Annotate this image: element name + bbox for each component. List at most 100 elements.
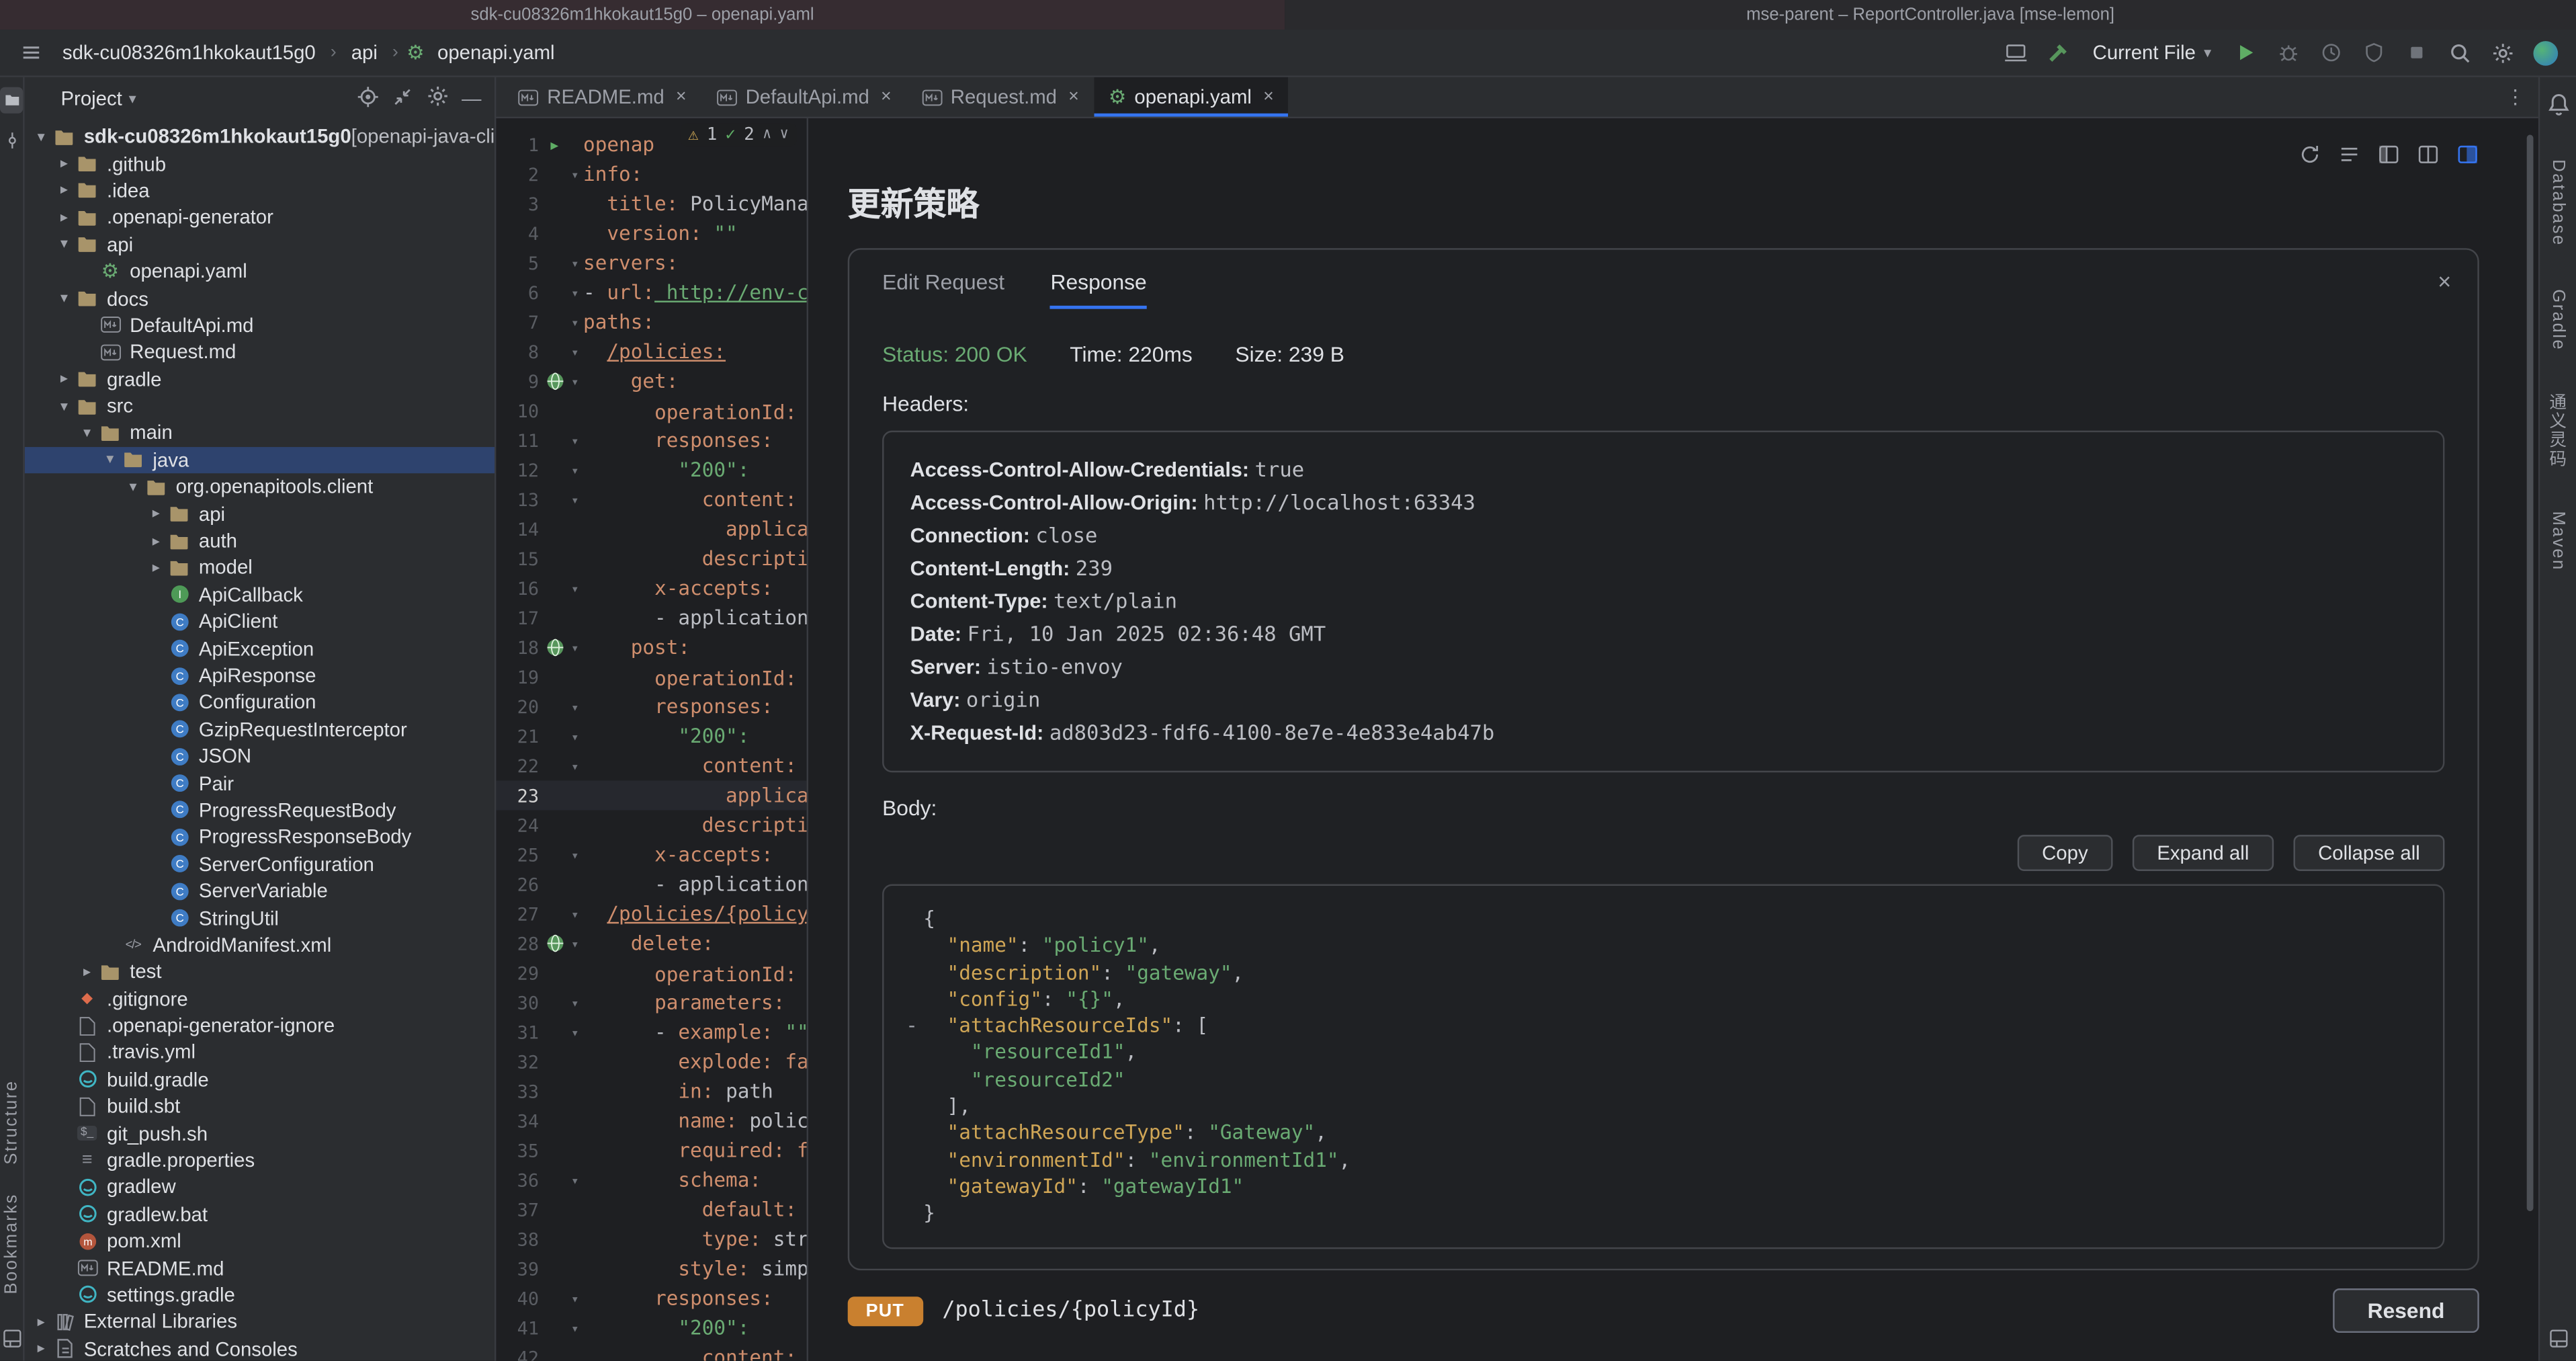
code-line-8[interactable]: 8▾ /policies: bbox=[496, 337, 806, 366]
breadcrumb-folder[interactable]: api bbox=[345, 38, 384, 67]
tree-item-api[interactable]: ▸api bbox=[25, 500, 495, 527]
code-line-3[interactable]: 3 title: PolicyManag bbox=[496, 189, 806, 218]
tree-item-docs[interactable]: ▾docs bbox=[25, 285, 495, 312]
fold-marker-icon[interactable]: ▾ bbox=[567, 995, 583, 1010]
build-hammer-icon[interactable] bbox=[2040, 34, 2076, 71]
tree-item-README.md[interactable]: README.md bbox=[25, 1255, 495, 1282]
run-gutter-icon[interactable]: ▶ bbox=[542, 137, 567, 152]
notifications-bell-icon[interactable] bbox=[2546, 90, 2569, 116]
main-menu-icon[interactable] bbox=[13, 34, 50, 71]
code-line-6[interactable]: 6▾- url: http://env-ct bbox=[496, 278, 806, 307]
editor-only-view-icon[interactable] bbox=[2377, 143, 2400, 166]
hide-panel-icon[interactable]: — bbox=[462, 87, 481, 110]
code-line-10[interactable]: 10 operationId: 获 bbox=[496, 396, 806, 425]
code-line-11[interactable]: 11▾ responses: bbox=[496, 425, 806, 455]
tree-item-auth[interactable]: ▸auth bbox=[25, 528, 495, 554]
tool-window-layout-icon[interactable] bbox=[2546, 1325, 2569, 1351]
open-in-http-client-icon[interactable] bbox=[542, 638, 567, 657]
editor-tab-README.md[interactable]: README.md× bbox=[503, 77, 701, 117]
code-line-22[interactable]: 22▾ content: bbox=[496, 751, 806, 780]
fold-marker-icon[interactable]: ▾ bbox=[567, 167, 583, 181]
tree-chevron-right-icon[interactable]: ▸ bbox=[146, 532, 166, 550]
tree-item-JSON[interactable]: CJSON bbox=[25, 743, 495, 770]
split-view-icon[interactable] bbox=[2417, 143, 2440, 166]
code-line-37[interactable]: 37 default: " bbox=[496, 1195, 806, 1225]
prev-problem-icon[interactable]: ∧ bbox=[763, 126, 771, 142]
tree-item-gradlew[interactable]: gradlew bbox=[25, 1173, 495, 1200]
fold-marker-icon[interactable]: ▾ bbox=[567, 1321, 583, 1335]
code-line-38[interactable]: 38 type: stri bbox=[496, 1225, 806, 1254]
tree-item-.github[interactable]: ▸.github bbox=[25, 150, 495, 177]
editor-tab-DefaultApi.md[interactable]: DefaultApi.md× bbox=[701, 77, 906, 117]
profiler-button[interactable] bbox=[2313, 34, 2350, 71]
preview-only-view-icon[interactable] bbox=[2456, 143, 2479, 166]
code-line-14[interactable]: 14 applicat bbox=[496, 514, 806, 544]
code-line-31[interactable]: 31▾ - example: "" bbox=[496, 1018, 806, 1047]
coverage-button[interactable] bbox=[2356, 34, 2392, 71]
close-icon[interactable]: × bbox=[2438, 270, 2451, 292]
tree-item-model[interactable]: ▸model bbox=[25, 554, 495, 581]
maven-tool-window-button[interactable]: Maven bbox=[2548, 512, 2568, 572]
breadcrumb-file[interactable]: openapi.yaml bbox=[431, 38, 561, 67]
tree-item-.travis.yml[interactable]: .travis.yml bbox=[25, 1039, 495, 1066]
tree-item-git-push.sh[interactable]: $_git_push.sh bbox=[25, 1120, 495, 1147]
next-problem-icon[interactable]: ∨ bbox=[779, 126, 788, 142]
project-panel-title[interactable]: Project bbox=[60, 87, 122, 110]
tree-item-ApiClient[interactable]: CApiClient bbox=[25, 608, 495, 635]
tree-item-Configuration[interactable]: CConfiguration bbox=[25, 689, 495, 716]
tree-chevron-down-icon[interactable]: ▾ bbox=[54, 397, 74, 415]
code-line-19[interactable]: 19 operationId: 创 bbox=[496, 662, 806, 692]
user-avatar[interactable] bbox=[2527, 34, 2563, 71]
code-line-24[interactable]: 24 descriptio bbox=[496, 810, 806, 839]
code-line-18[interactable]: 18▾ post: bbox=[496, 632, 806, 662]
commit-tool-window-button[interactable] bbox=[0, 126, 23, 153]
open-in-http-client-icon[interactable] bbox=[542, 372, 567, 391]
code-line-2[interactable]: 2▾info: bbox=[496, 159, 806, 189]
code-line-34[interactable]: 34 name: policy bbox=[496, 1106, 806, 1136]
tree-chevron-right-icon[interactable]: ▸ bbox=[77, 962, 97, 981]
tree-item-settings.gradle[interactable]: settings.gradle bbox=[25, 1282, 495, 1309]
close-tab-icon[interactable]: × bbox=[1068, 87, 1079, 107]
code-line-13[interactable]: 13▾ content: bbox=[496, 485, 806, 514]
code-line-23[interactable]: 23 applicat bbox=[496, 780, 806, 810]
tree-item-Pair[interactable]: CPair bbox=[25, 770, 495, 796]
tree-item-gradlew.bat[interactable]: gradlew.bat bbox=[25, 1201, 495, 1228]
locate-file-icon[interactable] bbox=[357, 85, 380, 113]
close-tab-icon[interactable]: × bbox=[676, 87, 687, 107]
code-line-21[interactable]: 21▾ "200": bbox=[496, 721, 806, 751]
tree-item-.gitignore[interactable]: ◆.gitignore bbox=[25, 985, 495, 1012]
structure-tool-window-button[interactable]: Structure bbox=[1, 1079, 21, 1164]
tree-item-org.openapitools.client[interactable]: ▾org.openapitools.client bbox=[25, 473, 495, 500]
close-tab-icon[interactable]: × bbox=[881, 87, 892, 107]
tree-item-GzipRequestInterceptor[interactable]: CGzipRequestInterceptor bbox=[25, 716, 495, 743]
inspections-widget[interactable]: ⚠ 1 ✓ 2 ∧ ∨ bbox=[680, 123, 797, 146]
expand-all-button[interactable]: Expand all bbox=[2133, 835, 2274, 871]
tree-item-test[interactable]: ▸test bbox=[25, 958, 495, 985]
code-line-32[interactable]: 32 explode: fal bbox=[496, 1047, 806, 1077]
tree-item-Request.md[interactable]: Request.md bbox=[25, 339, 495, 366]
panel-options-gear-icon[interactable] bbox=[425, 84, 450, 114]
open-in-http-client-icon[interactable] bbox=[542, 934, 567, 953]
fold-marker-icon[interactable]: ▾ bbox=[567, 255, 583, 270]
fold-collapse-icon[interactable]: - bbox=[900, 1013, 923, 1040]
tab-options-icon[interactable]: ⋮ bbox=[2492, 85, 2538, 108]
code-line-41[interactable]: 41▾ "200": bbox=[496, 1313, 806, 1343]
fold-marker-icon[interactable]: ▾ bbox=[567, 936, 583, 951]
tree-item-sdk-cu08326m1hkokaut15g0[interactable]: ▾sdk-cu08326m1hkokaut15g0 [openapi-java-… bbox=[25, 123, 495, 150]
tree-item-ApiCallback[interactable]: IApiCallback bbox=[25, 581, 495, 608]
tree-chevron-down-icon[interactable]: ▾ bbox=[54, 289, 74, 307]
tree-item-ApiException[interactable]: CApiException bbox=[25, 635, 495, 662]
search-icon[interactable] bbox=[2442, 34, 2478, 71]
fold-marker-icon[interactable]: ▾ bbox=[567, 1291, 583, 1306]
tree-chevron-down-icon[interactable]: ▾ bbox=[100, 451, 120, 469]
tree-item-src[interactable]: ▾src bbox=[25, 393, 495, 419]
fold-marker-icon[interactable]: ▾ bbox=[567, 1173, 583, 1188]
fold-marker-icon[interactable]: ▾ bbox=[567, 640, 583, 655]
tree-item-.openapi-generator[interactable]: ▸.openapi-generator bbox=[25, 204, 495, 231]
tree-item-StringUtil[interactable]: CStringUtil bbox=[25, 905, 495, 932]
close-tab-icon[interactable]: × bbox=[1263, 87, 1274, 107]
tree-chevron-down-icon[interactable]: ▾ bbox=[123, 478, 142, 496]
response-card-tab-edit-request[interactable]: Edit Request bbox=[882, 270, 1004, 306]
code-line-26[interactable]: 26 - application/ bbox=[496, 870, 806, 899]
code-line-20[interactable]: 20▾ responses: bbox=[496, 692, 806, 721]
